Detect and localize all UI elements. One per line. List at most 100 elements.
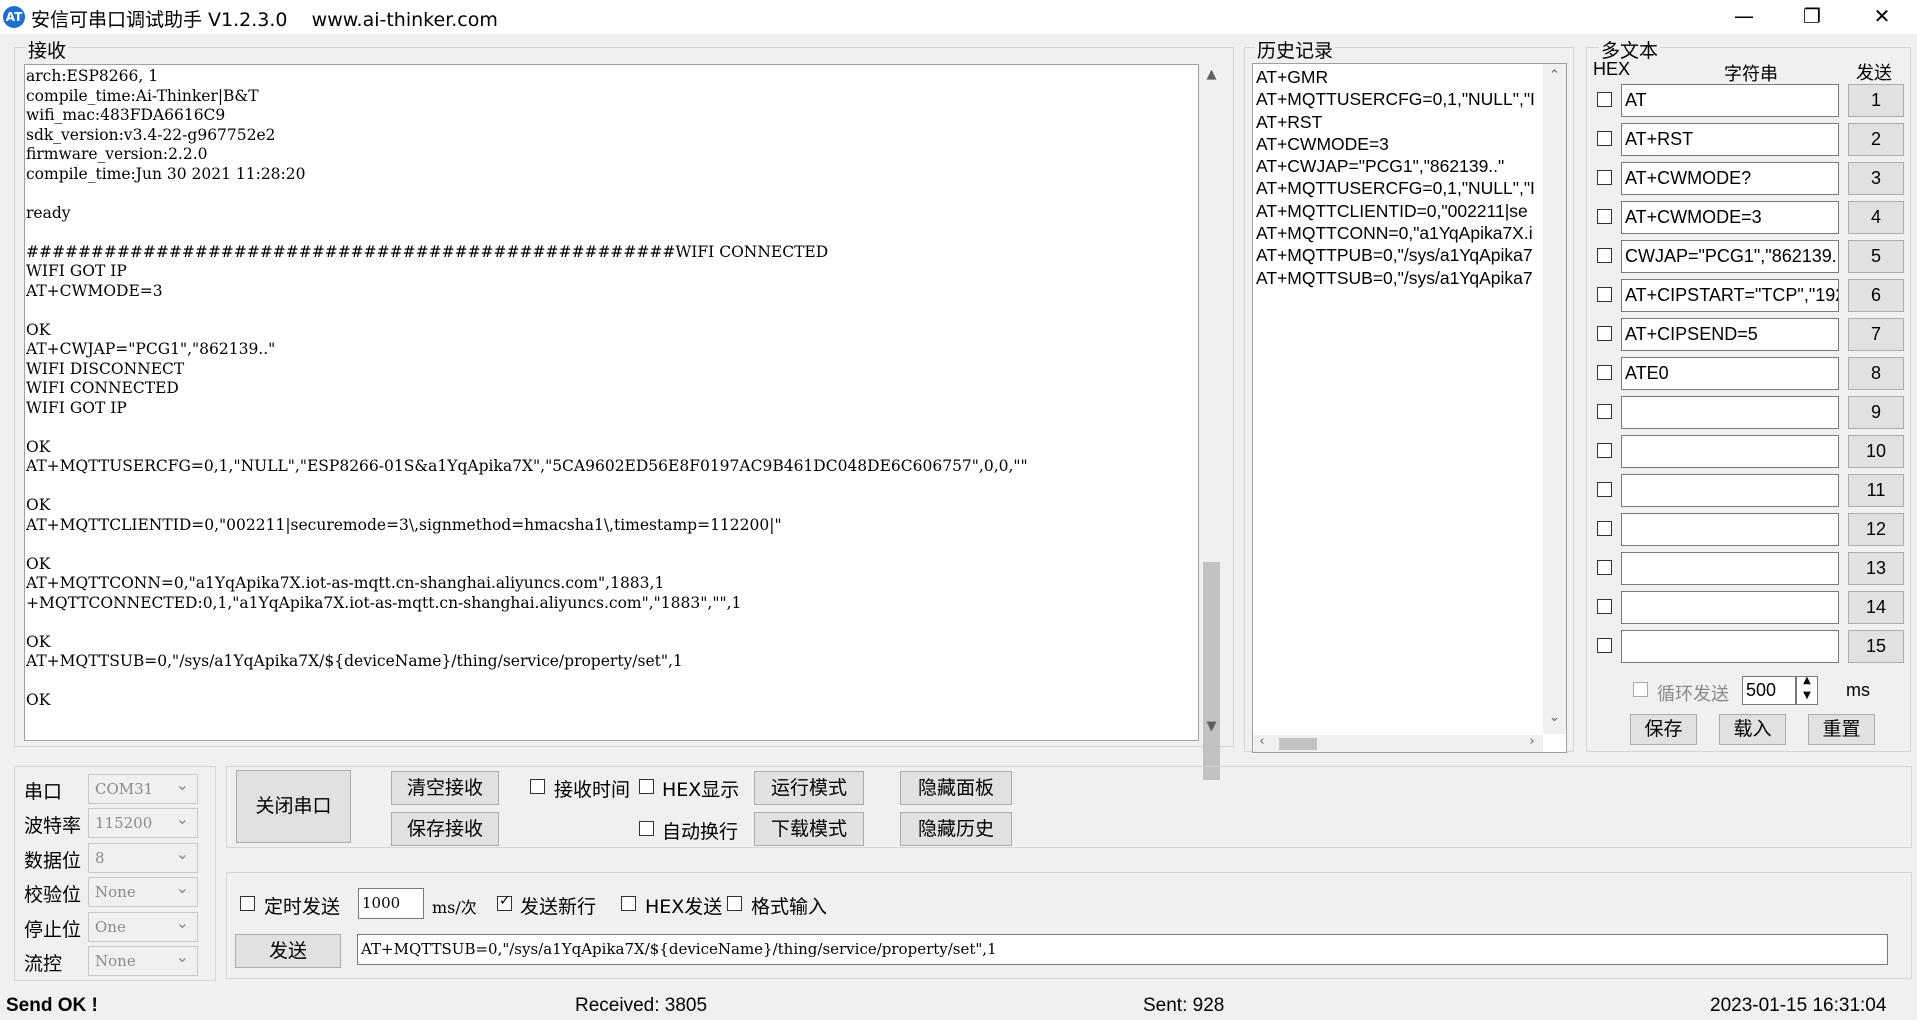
maximize-button[interactable]: ❐ <box>1782 0 1842 34</box>
stopbits-select[interactable]: One <box>88 909 198 942</box>
multitext-string-input[interactable] <box>1621 513 1839 546</box>
hide-history-button[interactable]: 隐藏历史 <box>900 812 1012 846</box>
multitext-string-input[interactable]: CWJAP="PCG1","862139.." <box>1621 240 1839 273</box>
multitext-hex-checkbox[interactable] <box>1597 209 1612 224</box>
multitext-hex-checkbox[interactable] <box>1597 482 1612 497</box>
send-button[interactable]: 发送 <box>235 934 341 968</box>
multitext-string-input[interactable] <box>1621 474 1839 507</box>
auto-wrap-checkbox[interactable] <box>639 821 654 836</box>
clear-receive-button[interactable]: 清空接收 <box>391 771 499 805</box>
history-hscroll-thumb[interactable] <box>1279 738 1317 750</box>
multitext-string-input[interactable] <box>1621 630 1839 663</box>
multitext-send-button[interactable]: 10 <box>1848 435 1904 468</box>
multitext-hex-checkbox[interactable] <box>1597 92 1612 107</box>
multitext-send-button[interactable]: 4 <box>1848 201 1904 234</box>
send-newline-checkbox[interactable] <box>497 893 512 911</box>
multitext-string-input[interactable] <box>1621 591 1839 624</box>
multitext-string-input[interactable]: AT+RST <box>1621 123 1839 156</box>
multitext-hex-checkbox[interactable] <box>1597 599 1612 614</box>
multitext-string-input[interactable]: AT+CIPSTART="TCP","192 <box>1621 279 1839 312</box>
history-scroll-left-icon[interactable]: ‹ <box>1255 734 1269 749</box>
send-interval-input[interactable]: 1000 <box>358 888 424 919</box>
multitext-string-input[interactable] <box>1621 552 1839 585</box>
port-label: 串口 <box>24 781 63 803</box>
multitext-send-button[interactable]: 9 <box>1848 396 1904 429</box>
multitext-string-input[interactable] <box>1621 435 1839 468</box>
save-multitext-button[interactable]: 保存 <box>1630 714 1697 745</box>
history-vscroll[interactable]: ⌃ ⌄ <box>1543 64 1566 734</box>
reset-multitext-button[interactable]: 重置 <box>1808 714 1875 745</box>
hide-panel-button[interactable]: 隐藏面板 <box>900 771 1012 805</box>
scroll-down-icon[interactable]: ▼ <box>1199 719 1224 734</box>
format-input-checkbox[interactable] <box>727 896 742 911</box>
send-input[interactable]: AT+MQTTSUB=0,"/sys/a1YqApika7X/${deviceN… <box>357 934 1888 965</box>
multitext-hex-checkbox[interactable] <box>1597 287 1612 302</box>
timed-send-checkbox[interactable] <box>240 896 255 911</box>
port-select[interactable]: COM31 <box>88 771 198 804</box>
loop-send-checkbox[interactable] <box>1633 682 1648 697</box>
download-mode-button[interactable]: 下载模式 <box>754 812 864 846</box>
multitext-send-button[interactable]: 8 <box>1848 357 1904 390</box>
spin-up-icon[interactable]: ▲ <box>1797 675 1817 686</box>
multitext-hex-checkbox[interactable] <box>1597 443 1612 458</box>
scroll-thumb[interactable] <box>1203 562 1220 780</box>
multitext-hex-checkbox[interactable] <box>1597 404 1612 419</box>
save-receive-button[interactable]: 保存接收 <box>391 812 499 846</box>
receive-time-label: 接收时间 <box>554 779 631 801</box>
multitext-send-button[interactable]: 12 <box>1848 513 1904 546</box>
multitext-send-button[interactable]: 15 <box>1848 630 1904 663</box>
multitext-send-button[interactable]: 11 <box>1848 474 1904 507</box>
multitext-hex-checkbox[interactable] <box>1597 326 1612 341</box>
history-scroll-right-icon[interactable]: › <box>1525 734 1539 749</box>
multitext-send-button[interactable]: 13 <box>1848 552 1904 585</box>
flowcontrol-select[interactable]: None <box>88 943 198 976</box>
window-title: 安信可串口调试助手 V1.2.3.0 www.ai-thinker.com <box>31 9 498 31</box>
minimize-button[interactable]: — <box>1714 0 1774 34</box>
multitext-string-input[interactable]: AT+CWMODE=3 <box>1621 201 1839 234</box>
multitext-send-button[interactable]: 3 <box>1848 162 1904 195</box>
multitext-send-button[interactable]: 6 <box>1848 279 1904 312</box>
history-items[interactable]: AT+GMR AT+MQTTUSERCFG=0,1,"NULL","I AT+R… <box>1256 66 1541 736</box>
receive-time-checkbox[interactable] <box>530 779 545 794</box>
multitext-string-input[interactable]: AT+CWMODE? <box>1621 162 1839 195</box>
app-logo-icon: AT <box>3 6 25 28</box>
multitext-hex-checkbox[interactable] <box>1597 638 1612 653</box>
multitext-send-button[interactable]: 2 <box>1848 123 1904 156</box>
parity-select[interactable]: None <box>88 874 198 907</box>
baud-select[interactable]: 115200 <box>88 805 198 838</box>
multitext-hex-checkbox[interactable] <box>1597 521 1612 536</box>
multitext-hex-checkbox[interactable] <box>1597 560 1612 575</box>
loop-ms-label: ms <box>1846 680 1870 700</box>
hex-display-checkbox[interactable] <box>639 779 654 794</box>
send-interval-unit: ms/次 <box>432 898 477 917</box>
receive-scrollbar[interactable]: ▲ ▼ <box>1199 64 1224 780</box>
close-port-button[interactable]: 关闭串口 <box>236 770 351 843</box>
load-multitext-button[interactable]: 载入 <box>1719 714 1786 745</box>
multitext-string-input[interactable]: AT <box>1621 84 1839 117</box>
loop-interval-spinner[interactable]: ▲ ▼ <box>1796 675 1818 705</box>
close-button[interactable]: ✕ <box>1852 0 1912 34</box>
hex-send-checkbox[interactable] <box>621 896 636 911</box>
receive-text: arch:ESP8266, 1 compile_time:Ai-Thinker|… <box>26 67 1028 709</box>
spin-down-icon[interactable]: ▼ <box>1797 690 1817 701</box>
multitext-string-input[interactable]: ATE0 <box>1621 357 1839 390</box>
multitext-send-button[interactable]: 1 <box>1848 84 1904 117</box>
multitext-send-button[interactable]: 14 <box>1848 591 1904 624</box>
multitext-string-input[interactable]: AT+CIPSEND=5 <box>1621 318 1839 351</box>
run-mode-button[interactable]: 运行模式 <box>754 771 864 805</box>
multitext-send-button[interactable]: 5 <box>1848 240 1904 273</box>
multitext-hex-checkbox[interactable] <box>1597 248 1612 263</box>
history-scroll-up-icon[interactable]: ⌃ <box>1543 68 1566 83</box>
databits-select[interactable]: 8 <box>88 840 198 873</box>
multitext-hex-checkbox[interactable] <box>1597 131 1612 146</box>
scroll-up-icon[interactable]: ▲ <box>1199 67 1224 82</box>
history-scroll-down-icon[interactable]: ⌄ <box>1543 710 1566 725</box>
multitext-send-button[interactable]: 7 <box>1848 318 1904 351</box>
history-hscroll[interactable]: ‹ › <box>1253 734 1543 752</box>
multitext-hex-checkbox[interactable] <box>1597 365 1612 380</box>
string-column-header: 字符串 <box>1724 64 1778 85</box>
multitext-string-input[interactable] <box>1621 396 1839 429</box>
loop-interval-input[interactable]: 500 <box>1742 676 1796 705</box>
parity-label: 校验位 <box>24 884 82 906</box>
multitext-hex-checkbox[interactable] <box>1597 170 1612 185</box>
